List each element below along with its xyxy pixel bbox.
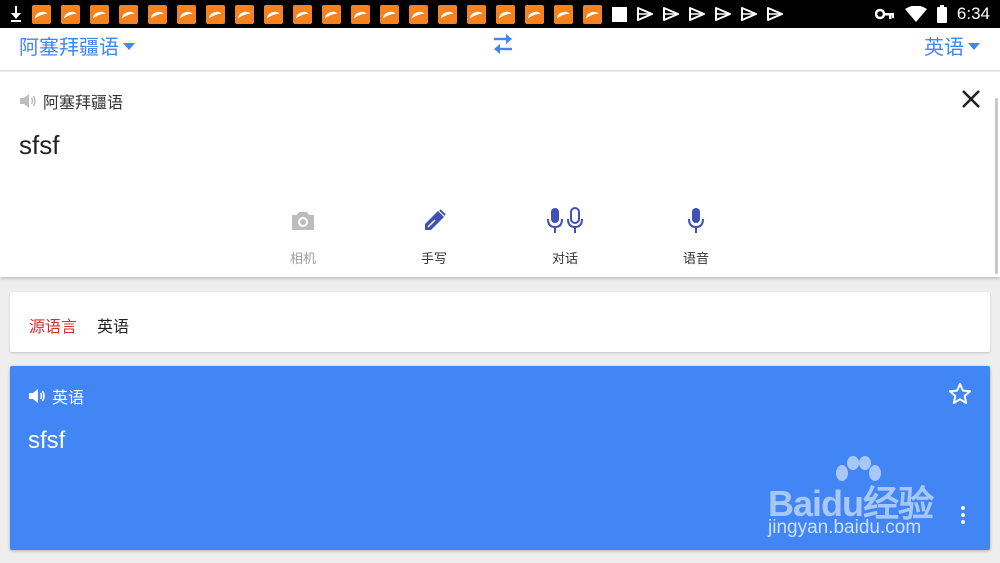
app-icon — [322, 4, 341, 24]
play-store-icon — [637, 7, 653, 21]
app-icon — [119, 4, 138, 24]
more-options-icon[interactable] — [960, 506, 966, 526]
app-icon — [235, 4, 254, 24]
chevron-down-icon — [968, 43, 980, 50]
app-icon — [32, 4, 51, 24]
status-bar: 6:34 — [0, 0, 1000, 28]
app-icon — [525, 4, 544, 24]
app-icon — [380, 4, 399, 24]
translated-text: sfsf — [28, 427, 66, 454]
camera-icon — [292, 212, 314, 230]
app-icon — [351, 4, 370, 24]
input-tools: 相机 手写 对话 语音 — [0, 204, 1000, 274]
target-language-selector[interactable]: 英语 — [924, 31, 980, 60]
language-bar: 阿塞拜疆语 英语 — [0, 28, 1000, 71]
source-language-caption: 源语言 — [29, 317, 78, 336]
handwrite-button[interactable]: 手写 — [394, 204, 474, 267]
input-language-row: 阿塞拜疆语 — [19, 89, 123, 113]
app-icon — [264, 4, 283, 24]
system-status: 6:34 — [874, 4, 990, 24]
wifi-icon — [904, 5, 927, 22]
play-store-icon — [689, 7, 705, 21]
swap-languages-icon[interactable] — [490, 32, 516, 56]
conversation-label: 对话 — [551, 252, 578, 267]
play-store-icon — [663, 7, 679, 21]
square-icon — [612, 6, 627, 22]
app-icon — [409, 4, 428, 24]
chevron-down-icon — [123, 43, 135, 50]
voice-label: 语音 — [682, 252, 709, 267]
result-language-row: 英语 — [28, 384, 84, 408]
watermark-url: jingyan.baidu.com — [768, 517, 922, 538]
app-icon — [148, 4, 167, 24]
scrollbar[interactable] — [995, 98, 998, 274]
key-icon — [874, 8, 894, 20]
speaker-icon[interactable] — [19, 93, 37, 109]
app-icon — [496, 4, 515, 24]
close-icon[interactable] — [960, 88, 982, 110]
source-text-input[interactable]: sfsf — [19, 130, 59, 161]
input-card: 阿塞拜疆语 sfsf 相机 手写 对话 语音 — [0, 72, 1000, 277]
voice-button[interactable]: 语音 — [656, 204, 736, 267]
detected-source-card[interactable]: 源语言 英语 — [10, 292, 990, 352]
app-icon — [554, 4, 573, 24]
mic-icon — [688, 208, 704, 233]
source-language-value: 英语 — [97, 317, 130, 336]
source-language-label: 阿塞拜疆语 — [19, 35, 119, 59]
app-icon — [206, 4, 225, 24]
camera-button[interactable]: 相机 — [263, 204, 343, 267]
speaker-icon[interactable] — [28, 388, 46, 404]
conversation-button[interactable]: 对话 — [525, 204, 605, 267]
app-icon — [293, 4, 312, 24]
app-icon — [438, 4, 457, 24]
app-icon — [467, 4, 486, 24]
download-icon — [11, 6, 21, 22]
result-language-label: 英语 — [52, 388, 85, 407]
conversation-mic-icon — [547, 207, 583, 233]
play-store-icon — [767, 7, 783, 21]
notification-icons — [10, 4, 783, 24]
app-icon — [90, 4, 109, 24]
handwrite-label: 手写 — [420, 252, 447, 267]
camera-label: 相机 — [289, 252, 316, 267]
app-icon — [177, 4, 196, 24]
battery-icon — [936, 5, 947, 23]
play-store-icon — [741, 7, 757, 21]
play-store-icon — [715, 7, 731, 21]
app-icon — [583, 4, 602, 24]
target-language-label: 英语 — [924, 35, 964, 59]
baidu-watermark: Baidu经验 jingyan.baidu.com — [760, 455, 960, 545]
app-icon — [61, 4, 80, 24]
input-language-label: 阿塞拜疆语 — [43, 93, 124, 112]
source-language-selector[interactable]: 阿塞拜疆语 — [19, 31, 135, 60]
pen-icon — [425, 209, 446, 230]
star-icon[interactable] — [948, 382, 972, 406]
clock: 6:34 — [956, 4, 990, 23]
